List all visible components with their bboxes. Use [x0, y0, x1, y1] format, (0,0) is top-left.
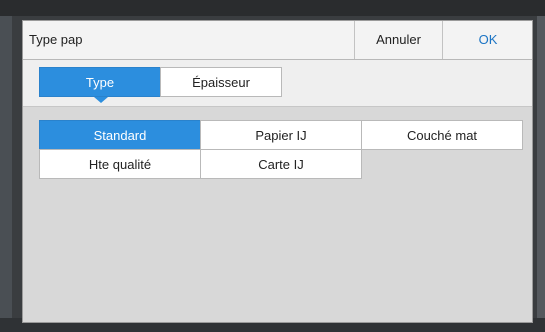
paper-type-couche-mat[interactable]: Couché mat [361, 120, 523, 150]
selected-tab-caret-icon [94, 97, 108, 103]
background-edge-left [0, 16, 12, 332]
tab-thickness[interactable]: Épaisseur [160, 67, 282, 97]
paper-type-dialog: Type pap Annuler OK Type Épaisseur Stand… [22, 20, 533, 323]
dialog-titlebar: Type pap Annuler OK [23, 21, 532, 60]
paper-type-papier-ij[interactable]: Papier IJ [200, 120, 362, 150]
ok-button[interactable]: OK [442, 21, 533, 59]
paper-type-standard[interactable]: Standard [39, 120, 201, 150]
screen: Type pap Annuler OK Type Épaisseur Stand… [0, 0, 545, 332]
background-edge-right [537, 16, 545, 332]
paper-type-carte-ij[interactable]: Carte IJ [200, 149, 362, 179]
tab-type[interactable]: Type [39, 67, 161, 97]
paper-type-hte-qualite[interactable]: Hte qualité [39, 149, 201, 179]
tab-bar: Type Épaisseur [23, 60, 532, 107]
background-status-strip [0, 0, 545, 16]
dialog-title: Type pap [29, 32, 83, 47]
cancel-button[interactable]: Annuler [354, 21, 442, 59]
